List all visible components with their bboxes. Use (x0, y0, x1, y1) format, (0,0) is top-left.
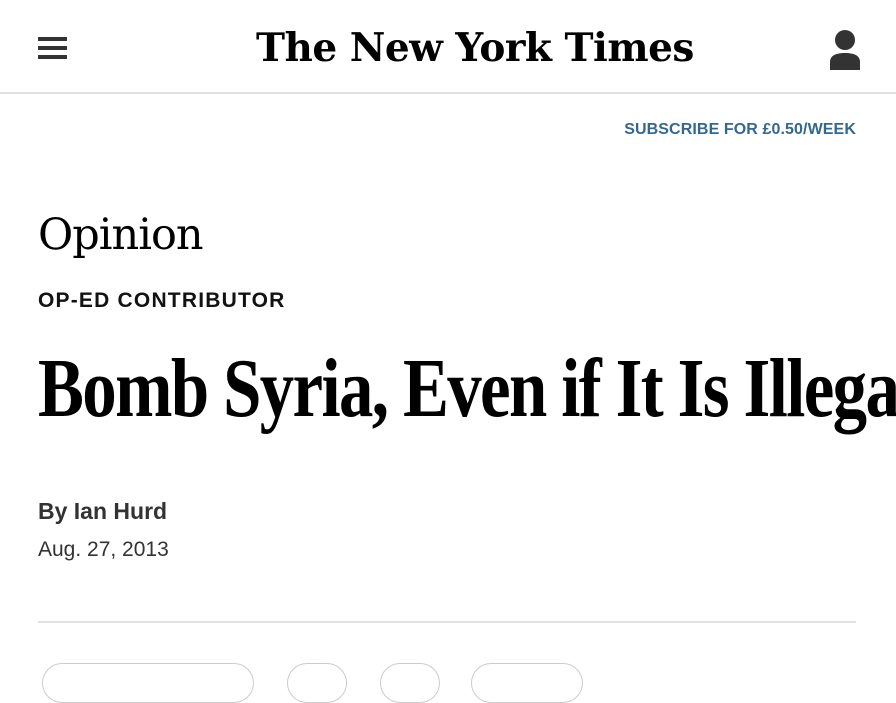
article-headline: Bomb Syria, Even if It Is Illegal (38, 342, 896, 435)
section-label-opinion[interactable]: Opinion (38, 208, 204, 262)
share-button-circle-1[interactable] (287, 663, 347, 703)
article-date: Aug. 27, 2013 (38, 538, 169, 561)
site-header: The New York Times (0, 0, 896, 94)
author-link[interactable]: Ian Hurd (74, 498, 167, 524)
nyt-logo[interactable]: The New York Times (256, 20, 694, 76)
hamburger-menu-icon[interactable] (38, 37, 67, 59)
share-button-gift-article[interactable] (42, 663, 254, 703)
byline-prefix: By (38, 498, 68, 524)
article-kicker: OP-ED CONTRIBUTOR (38, 289, 286, 312)
share-button-more[interactable] (471, 663, 583, 703)
subscribe-link[interactable]: SUBSCRIBE FOR £0.50/WEEK (624, 121, 856, 139)
divider (38, 621, 856, 623)
user-account-icon[interactable] (828, 28, 862, 72)
share-button-circle-2[interactable] (380, 663, 440, 703)
article-byline: By Ian Hurd (38, 498, 167, 525)
